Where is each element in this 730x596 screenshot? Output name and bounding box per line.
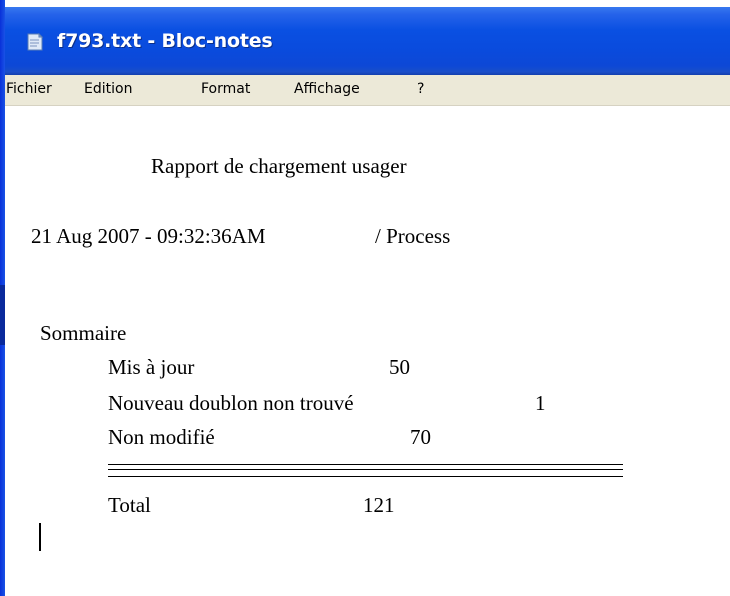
notepad-window: f793.txt - Bloc-notes Fichier Edition Fo… (0, 0, 730, 596)
row-label-mis-a-jour: Mis à jour (108, 355, 195, 379)
menu-item-help[interactable]: ? (417, 81, 424, 97)
menu-item-fichier[interactable]: Fichier (6, 81, 52, 97)
row-value-nouveau-doublon: 1 (535, 391, 546, 415)
menu-bar: Fichier Edition Format Affichage ? (5, 75, 730, 106)
notepad-icon[interactable] (26, 33, 44, 51)
row-label-nouveau-doublon: Nouveau doublon non trouvé (108, 391, 354, 415)
row-value-mis-a-jour: 50 (389, 355, 410, 379)
window-title: f793.txt - Bloc-notes (57, 30, 273, 52)
menu-item-edition[interactable]: Edition (84, 81, 132, 97)
row-label-non-modifie: Non modifié (108, 425, 215, 449)
menu-item-affichage[interactable]: Affichage (294, 81, 360, 97)
menu-item-format[interactable]: Format (201, 81, 250, 97)
text-editor[interactable] (5, 106, 730, 596)
total-rule-top (108, 464, 623, 465)
total-rule-bottom (108, 476, 623, 477)
summary-label: Sommaire (40, 321, 127, 345)
report-process: / Process (375, 224, 451, 248)
total-value: 121 (363, 493, 395, 517)
row-value-non-modifie: 70 (410, 425, 431, 449)
title-bar[interactable]: f793.txt - Bloc-notes (0, 0, 730, 75)
report-heading: Rapport de chargement usager (151, 154, 407, 178)
total-rule-middle (108, 469, 623, 470)
title-bar-top-edge (0, 0, 730, 7)
text-caret (39, 523, 41, 551)
total-label: Total (108, 493, 151, 517)
report-datetime: 21 Aug 2007 - 09:32:36AM (31, 224, 266, 248)
